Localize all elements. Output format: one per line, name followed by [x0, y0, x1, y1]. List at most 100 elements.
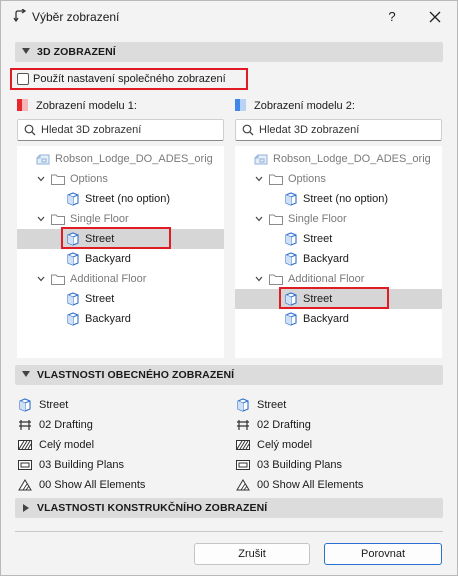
- highlight-box: [61, 227, 171, 249]
- tree-item[interactable]: Street (no option): [235, 189, 442, 209]
- folder-icon: [268, 212, 284, 226]
- section-general-header[interactable]: VLASTNOSTI OBECNÉHO ZOBRAZENÍ: [15, 365, 443, 385]
- close-icon[interactable]: [423, 7, 447, 27]
- property-value: Street: [257, 399, 287, 411]
- model2-search-placeholder: Hledat 3D zobrazení: [259, 124, 360, 136]
- property-row: Street: [17, 397, 217, 413]
- plan-type-icon: [17, 458, 33, 472]
- project-icon: [253, 152, 269, 166]
- expand-triangle-icon: [23, 504, 29, 512]
- collapse-triangle-icon: [22, 371, 30, 377]
- collapse-triangle-icon: [22, 48, 30, 54]
- tree-item-label: Street (no option): [85, 193, 170, 205]
- tree-item[interactable]: Options: [17, 169, 224, 189]
- tree-item-label: Robson_Lodge_DO_ADES_orig: [55, 153, 213, 165]
- layer-combination-icon: [17, 478, 33, 492]
- tree-item[interactable]: Street: [235, 229, 442, 249]
- chevron-down-icon[interactable]: [37, 176, 45, 182]
- compare-button[interactable]: Porovnat: [324, 543, 442, 565]
- folder-icon: [50, 172, 66, 186]
- chevron-down-icon[interactable]: [255, 176, 263, 182]
- view-3d-icon: [65, 292, 81, 306]
- tree-item-label: Additional Floor: [288, 273, 365, 285]
- tree-item-label: Additional Floor: [70, 273, 147, 285]
- tree-item[interactable]: Street: [17, 289, 224, 309]
- model1-header: Zobrazení modelu 1:: [17, 99, 217, 113]
- cancel-button[interactable]: Zrušit: [194, 543, 310, 565]
- help-button[interactable]: ?: [381, 7, 403, 27]
- property-row: 00 Show All Elements: [17, 477, 217, 493]
- folder-icon: [50, 212, 66, 226]
- search-icon: [24, 124, 36, 136]
- folder-icon: [268, 272, 284, 286]
- property-row: 03 Building Plans: [17, 457, 217, 473]
- tree-item-label: Backyard: [303, 253, 349, 265]
- tree-item[interactable]: Single Floor: [235, 209, 442, 229]
- search-icon: [242, 124, 254, 136]
- tree-item-label: Robson_Lodge_DO_ADES_orig: [273, 153, 431, 165]
- property-value: 02 Drafting: [39, 419, 93, 431]
- model2-header-label: Zobrazení modelu 2:: [254, 100, 355, 112]
- property-row: 02 Drafting: [17, 417, 217, 433]
- shared-view-label: Použít nastavení společného zobrazení: [33, 73, 226, 85]
- property-value: Celý model: [257, 439, 313, 451]
- project-icon: [35, 152, 51, 166]
- pen-set-icon: [17, 418, 33, 432]
- tree-item-label: Street: [303, 233, 333, 245]
- shared-view-checkbox[interactable]: [17, 73, 29, 85]
- tree-item-label: Backyard: [303, 313, 349, 325]
- tree-item[interactable]: Street: [235, 287, 442, 309]
- hatch-icon: [235, 438, 251, 452]
- chevron-down-icon[interactable]: [37, 276, 45, 282]
- tree-item-label: Options: [288, 173, 326, 185]
- property-row: Celý model: [235, 437, 435, 453]
- view-3d-icon: [65, 312, 81, 326]
- tree-item-label: Street: [85, 293, 115, 305]
- tree-item[interactable]: Options: [235, 169, 442, 189]
- tree-item[interactable]: Backyard: [17, 309, 224, 329]
- view-3d-icon: [283, 232, 299, 246]
- title-bar: Výběr zobrazení ?: [1, 1, 457, 33]
- tree-item[interactable]: Backyard: [235, 309, 442, 329]
- shared-view-option[interactable]: Použít nastavení společného zobrazení: [10, 68, 248, 90]
- model1-view-tree[interactable]: Robson_Lodge_DO_ADES_orig Options Street (…: [17, 146, 224, 358]
- dialog-window: Výběr zobrazení ? 3D ZOBRAZENÍ Použít na…: [0, 0, 458, 576]
- section-3d-header[interactable]: 3D ZOBRAZENÍ: [15, 42, 443, 62]
- model1-search-input[interactable]: Hledat 3D zobrazení: [17, 119, 224, 141]
- tree-item[interactable]: Backyard: [17, 249, 224, 269]
- model2-view-tree[interactable]: Robson_Lodge_DO_ADES_orig Options Street (…: [235, 146, 442, 358]
- view-3d-icon: [65, 252, 81, 266]
- tree-item[interactable]: Robson_Lodge_DO_ADES_orig: [17, 149, 224, 169]
- chevron-down-icon[interactable]: [255, 276, 263, 282]
- property-value: 02 Drafting: [257, 419, 311, 431]
- tree-item[interactable]: Street (no option): [17, 189, 224, 209]
- property-value: Celý model: [39, 439, 95, 451]
- view-3d-icon: [235, 398, 251, 412]
- model2-color-swatch-light: [240, 99, 246, 111]
- layer-combination-icon: [235, 478, 251, 492]
- tree-item-label: Backyard: [85, 313, 131, 325]
- view-3d-icon: [17, 398, 33, 412]
- chevron-down-icon[interactable]: [255, 216, 263, 222]
- model2-header: Zobrazení modelu 2:: [235, 99, 435, 113]
- view-select-icon: [13, 9, 27, 23]
- tree-item[interactable]: Single Floor: [17, 209, 224, 229]
- pen-set-icon: [235, 418, 251, 432]
- tree-item[interactable]: Robson_Lodge_DO_ADES_orig: [235, 149, 442, 169]
- model1-search-placeholder: Hledat 3D zobrazení: [41, 124, 142, 136]
- section-construction-header[interactable]: VLASTNOSTI KONSTRUKČNÍHO ZOBRAZENÍ: [15, 498, 443, 518]
- section-3d-label: 3D ZOBRAZENÍ: [37, 46, 116, 58]
- window-title: Výběr zobrazení: [32, 10, 120, 24]
- view-3d-icon: [65, 192, 81, 206]
- section-construction-label: VLASTNOSTI KONSTRUKČNÍHO ZOBRAZENÍ: [37, 502, 268, 514]
- model1-header-label: Zobrazení modelu 1:: [36, 100, 137, 112]
- view-3d-icon: [283, 312, 299, 326]
- tree-item[interactable]: Additional Floor: [235, 269, 442, 289]
- chevron-down-icon[interactable]: [37, 216, 45, 222]
- property-row: 02 Drafting: [235, 417, 435, 433]
- folder-icon: [268, 172, 284, 186]
- tree-item[interactable]: Additional Floor: [17, 269, 224, 289]
- tree-item[interactable]: Backyard: [235, 249, 442, 269]
- tree-item[interactable]: Street: [17, 227, 224, 249]
- model2-search-input[interactable]: Hledat 3D zobrazení: [235, 119, 442, 141]
